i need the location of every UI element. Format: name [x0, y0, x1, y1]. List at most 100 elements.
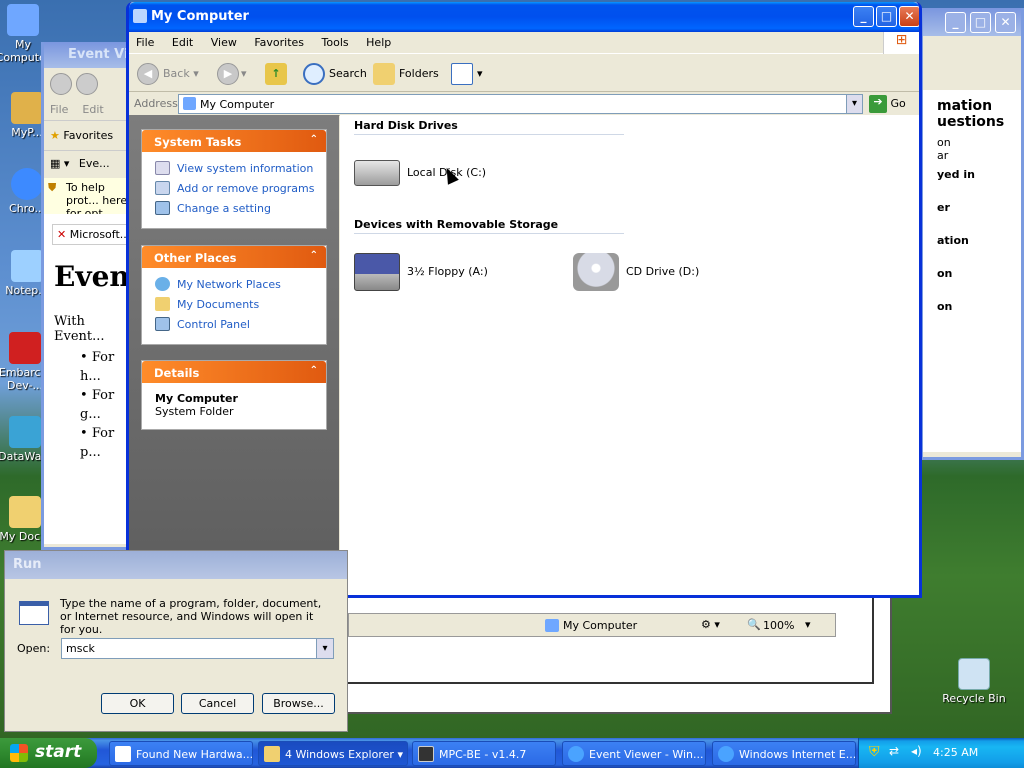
desktop-icon-recycle-bin[interactable]: Recycle Bin	[939, 658, 1009, 705]
menu-file[interactable]: File	[50, 103, 68, 116]
chevron-down-icon[interactable]: ▾	[805, 618, 811, 631]
system-info-icon	[155, 161, 170, 175]
floppy-drive-icon	[354, 253, 400, 291]
go-button[interactable]: ➔ Go	[869, 95, 906, 113]
security-icon: ⚙ ▾	[701, 618, 720, 631]
close-button[interactable]: ✕	[995, 12, 1016, 33]
open-label: Open:	[17, 642, 51, 655]
other-places-header[interactable]: Other Places ⌃	[142, 246, 326, 268]
drive-cd-d[interactable]: CD Drive (D:)	[573, 247, 699, 297]
favorites-button[interactable]: Favorites	[63, 129, 113, 142]
panel-title: Other Places	[154, 251, 237, 265]
search-button[interactable]: Search	[303, 63, 367, 85]
forward-arrow-icon: ▶	[217, 63, 239, 85]
up-folder-button[interactable]: ↑	[265, 63, 287, 85]
my-computer-window[interactable]: My Computer _ □ ✕ File Edit View Favorit…	[126, 2, 922, 598]
ok-button[interactable]: OK	[101, 693, 174, 714]
cancel-button[interactable]: Cancel	[181, 693, 254, 714]
system-tasks-panel: System Tasks ⌃ View system information A…	[141, 129, 327, 229]
drive-floppy-a[interactable]: 3½ Floppy (A:)	[354, 247, 488, 297]
address-label: Address	[134, 97, 178, 110]
run-dialog[interactable]: Run Type the name of a program, folder, …	[4, 550, 348, 732]
dropdown-button[interactable]: ▾	[316, 639, 333, 658]
menu-file[interactable]: File	[129, 32, 161, 49]
run-description: Type the name of a program, folder, docu…	[60, 597, 322, 636]
task-event-viewer[interactable]: Event Viewer - Win...	[562, 741, 706, 766]
background-ie-window[interactable]: _ □ ✕ mation uestions on ar yed in er at…	[920, 8, 1024, 460]
status-location: My Computer	[563, 619, 638, 632]
clock[interactable]: 4:25 AM	[933, 746, 978, 759]
task-windows-internet-explorer[interactable]: Windows Internet E...	[712, 741, 856, 766]
maximize-button[interactable]: □	[876, 6, 897, 27]
my-pictures-icon	[11, 92, 43, 124]
start-label: start	[35, 742, 82, 762]
collapse-icon[interactable]: ⌃	[310, 365, 318, 376]
windows-logo-icon: ⊞	[883, 32, 919, 54]
background-window-bottom[interactable]	[340, 590, 892, 714]
task-label: Found New Hardwa...	[136, 748, 253, 761]
views-button[interactable]: ▾	[451, 63, 483, 85]
open-value: msck	[66, 642, 95, 655]
menu-favorites[interactable]: Favorites	[247, 32, 311, 49]
other-places-panel: Other Places ⌃ My Network Places My Docu…	[141, 245, 327, 345]
address-input[interactable]: My Computer ▾	[178, 94, 863, 114]
place-my-network-places[interactable]: My Network Places	[142, 274, 326, 294]
link-text: Microsoft...	[69, 228, 131, 241]
security-shield-icon[interactable]: ⛨	[869, 744, 880, 760]
file-list-area[interactable]: Hard Disk Drives Local Disk (C:) Devices…	[340, 115, 919, 595]
zoom-icon: 🔍	[747, 618, 761, 631]
volume-icon[interactable]: ◂)	[911, 744, 922, 758]
tab-event-viewer[interactable]: Eve...	[79, 157, 110, 170]
system-tasks-header[interactable]: System Tasks ⌃	[142, 130, 326, 152]
drive-local-disk-c[interactable]: Local Disk (C:)	[354, 148, 486, 198]
title-bar: _ □ ✕	[923, 8, 1021, 36]
menu-tools[interactable]: Tools	[315, 32, 356, 49]
ie-content-fragment: mation uestions on ar yed in er ation on…	[923, 90, 1021, 452]
place-my-documents[interactable]: My Documents	[142, 294, 326, 314]
address-dropdown-button[interactable]: ▾	[846, 95, 862, 113]
title-bar: My Computer _ □ ✕	[129, 2, 919, 32]
tab-list-icon[interactable]: ▦ ▾	[50, 157, 69, 170]
task-label: Windows Internet E...	[739, 748, 856, 761]
network-places-icon	[155, 277, 170, 291]
task-add-remove-programs[interactable]: Add or remove programs	[142, 178, 326, 198]
ie-icon	[718, 746, 734, 762]
desktop-icon-label: MyP...	[11, 126, 43, 139]
menu-edit[interactable]: Edit	[165, 32, 200, 49]
information-bar[interactable]: ⛊ To help prot... here for opt...	[44, 178, 138, 220]
task-change-setting[interactable]: Change a setting	[142, 198, 326, 218]
start-button[interactable]: start	[0, 738, 97, 768]
task-label: View system information	[177, 162, 314, 175]
collapse-icon[interactable]: ⌃	[310, 250, 318, 261]
maximize-button[interactable]: □	[970, 12, 991, 33]
forward-button[interactable]: ▶ ▾	[217, 63, 247, 85]
collapse-icon[interactable]: ⌃	[310, 134, 318, 145]
folders-button[interactable]: Folders	[373, 63, 439, 85]
back-button[interactable]: ◀ Back ▾	[137, 63, 199, 85]
fragment-text: er	[937, 201, 950, 214]
task-found-new-hardware[interactable]: Found New Hardwa...	[109, 741, 253, 766]
close-button[interactable]: ✕	[899, 6, 919, 27]
task-windows-explorer-group[interactable]: 4 Windows Explorer ▾	[258, 741, 408, 766]
details-header[interactable]: Details ⌃	[142, 361, 326, 383]
browse-button[interactable]: Browse...	[262, 693, 335, 714]
minimize-button[interactable]: _	[945, 12, 966, 33]
search-label: Search	[329, 67, 367, 80]
cd-drive-icon	[573, 253, 619, 291]
task-mpc-be[interactable]: MPC-BE - v1.4.7	[412, 741, 556, 766]
zoom-level[interactable]: 100%	[763, 619, 794, 632]
my-documents-icon	[155, 297, 170, 311]
minimize-button[interactable]: _	[853, 6, 874, 27]
task-view-system-information[interactable]: View system information	[142, 158, 326, 178]
forward-button[interactable]	[76, 73, 98, 95]
menu-edit[interactable]: Edit	[82, 103, 103, 116]
network-icon[interactable]: ⇄	[889, 744, 899, 758]
menu-help[interactable]: Help	[359, 32, 398, 49]
address-bar: Address My Computer ▾ ➔ Go	[129, 92, 919, 116]
back-button[interactable]	[50, 73, 72, 95]
open-input[interactable]: msck ▾	[61, 638, 334, 659]
menu-view[interactable]: View	[204, 32, 244, 49]
favorites-bar: ★ Favorites	[44, 120, 138, 150]
place-control-panel[interactable]: Control Panel	[142, 314, 326, 334]
ie-icon	[568, 746, 584, 762]
